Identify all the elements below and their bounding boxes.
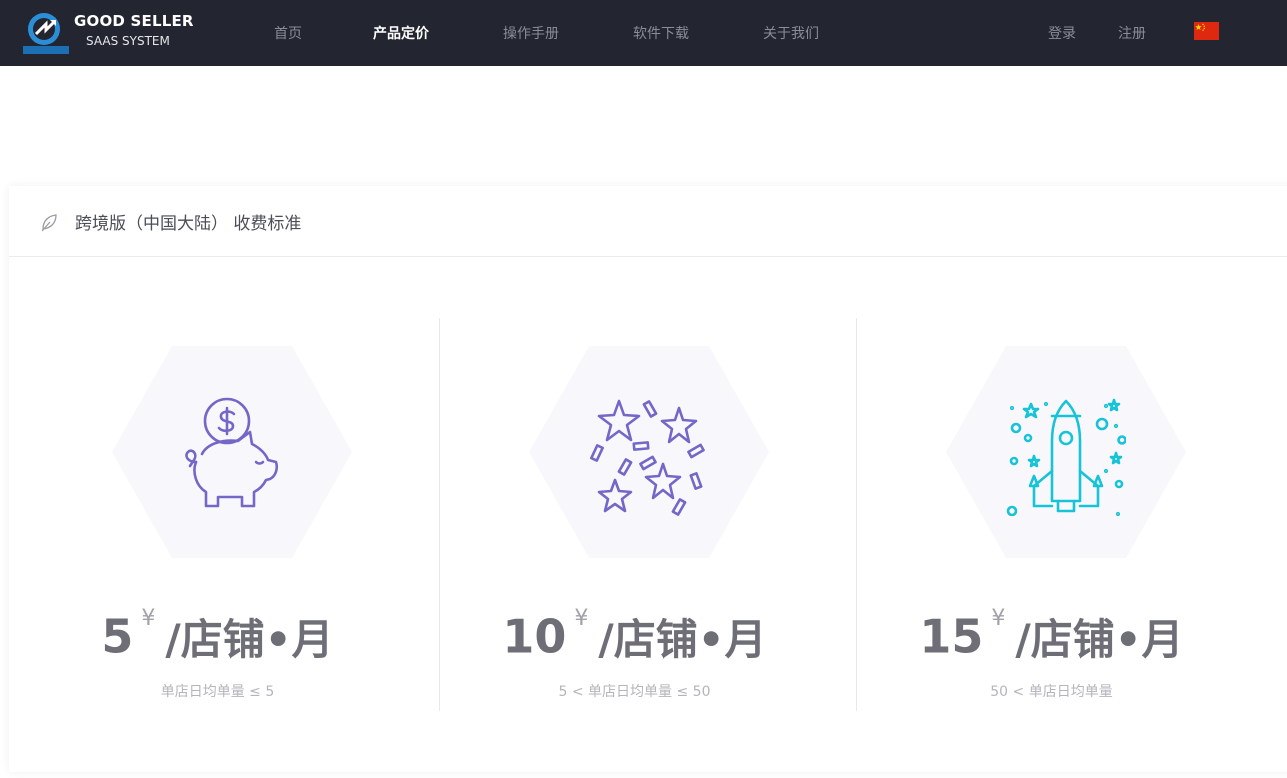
- top-navbar: GOOD SELLER SAAS SYSTEM 首页 产品定价 操作手册 软件下…: [0, 0, 1287, 66]
- brand-subtitle: SAAS SYSTEM: [86, 34, 170, 48]
- rocket-icon: [1006, 398, 1126, 516]
- leaf-icon: [41, 214, 57, 232]
- price-unit: /店铺•月: [1015, 615, 1184, 664]
- stars-confetti-icon: [590, 399, 705, 516]
- price-unit: /店铺•月: [165, 615, 334, 664]
- goodseller-logo[interactable]: [22, 8, 70, 56]
- nav-item-pricing[interactable]: 产品定价: [373, 23, 429, 43]
- price-currency: ¥: [991, 606, 1006, 631]
- nav-item-home[interactable]: 首页: [274, 23, 302, 43]
- plan-price: 5 ¥ /店铺•月: [9, 606, 426, 667]
- nav-item-manual[interactable]: 操作手册: [503, 23, 559, 43]
- plan-price: 15 ¥ /店铺•月: [843, 606, 1260, 667]
- pricing-card: 跨境版（中国大陆） 收费标准 5 ¥ /店铺•月 单店日均单量 ≤ 5 10 ¥ …: [9, 186, 1287, 772]
- pricing-section-title: 跨境版（中国大陆） 收费标准: [75, 214, 302, 234]
- price-value: 15: [919, 609, 984, 664]
- pricing-card-header: 跨境版（中国大陆） 收费标准: [9, 186, 1287, 257]
- brand-title: GOOD SELLER: [74, 12, 194, 30]
- piggy-bank-icon: [185, 397, 279, 508]
- china-flag-icon[interactable]: [1194, 22, 1219, 40]
- nav-item-download[interactable]: 软件下载: [633, 23, 689, 43]
- price-unit: /店铺•月: [598, 615, 767, 664]
- plan-premium: 15 ¥ /店铺•月 50 < 单店日均单量: [843, 346, 1260, 726]
- login-link[interactable]: 登录: [1048, 23, 1076, 43]
- register-link[interactable]: 注册: [1118, 23, 1146, 43]
- price-value: 10: [502, 609, 567, 664]
- nav-item-about[interactable]: 关于我们: [763, 23, 819, 43]
- price-currency: ¥: [141, 606, 156, 631]
- plan-condition: 50 < 单店日均单量: [990, 684, 1113, 700]
- plan-condition: 单店日均单量 ≤ 5: [160, 684, 275, 700]
- plan-basic: 5 ¥ /店铺•月 单店日均单量 ≤ 5: [9, 346, 426, 726]
- price-value: 5: [101, 609, 134, 664]
- plan-standard: 10 ¥ /店铺•月 5 < 单店日均单量 ≤ 50: [426, 346, 843, 726]
- price-currency: ¥: [574, 606, 589, 631]
- plan-price: 10 ¥ /店铺•月: [426, 606, 843, 667]
- plan-condition: 5 < 单店日均单量 ≤ 50: [558, 684, 711, 700]
